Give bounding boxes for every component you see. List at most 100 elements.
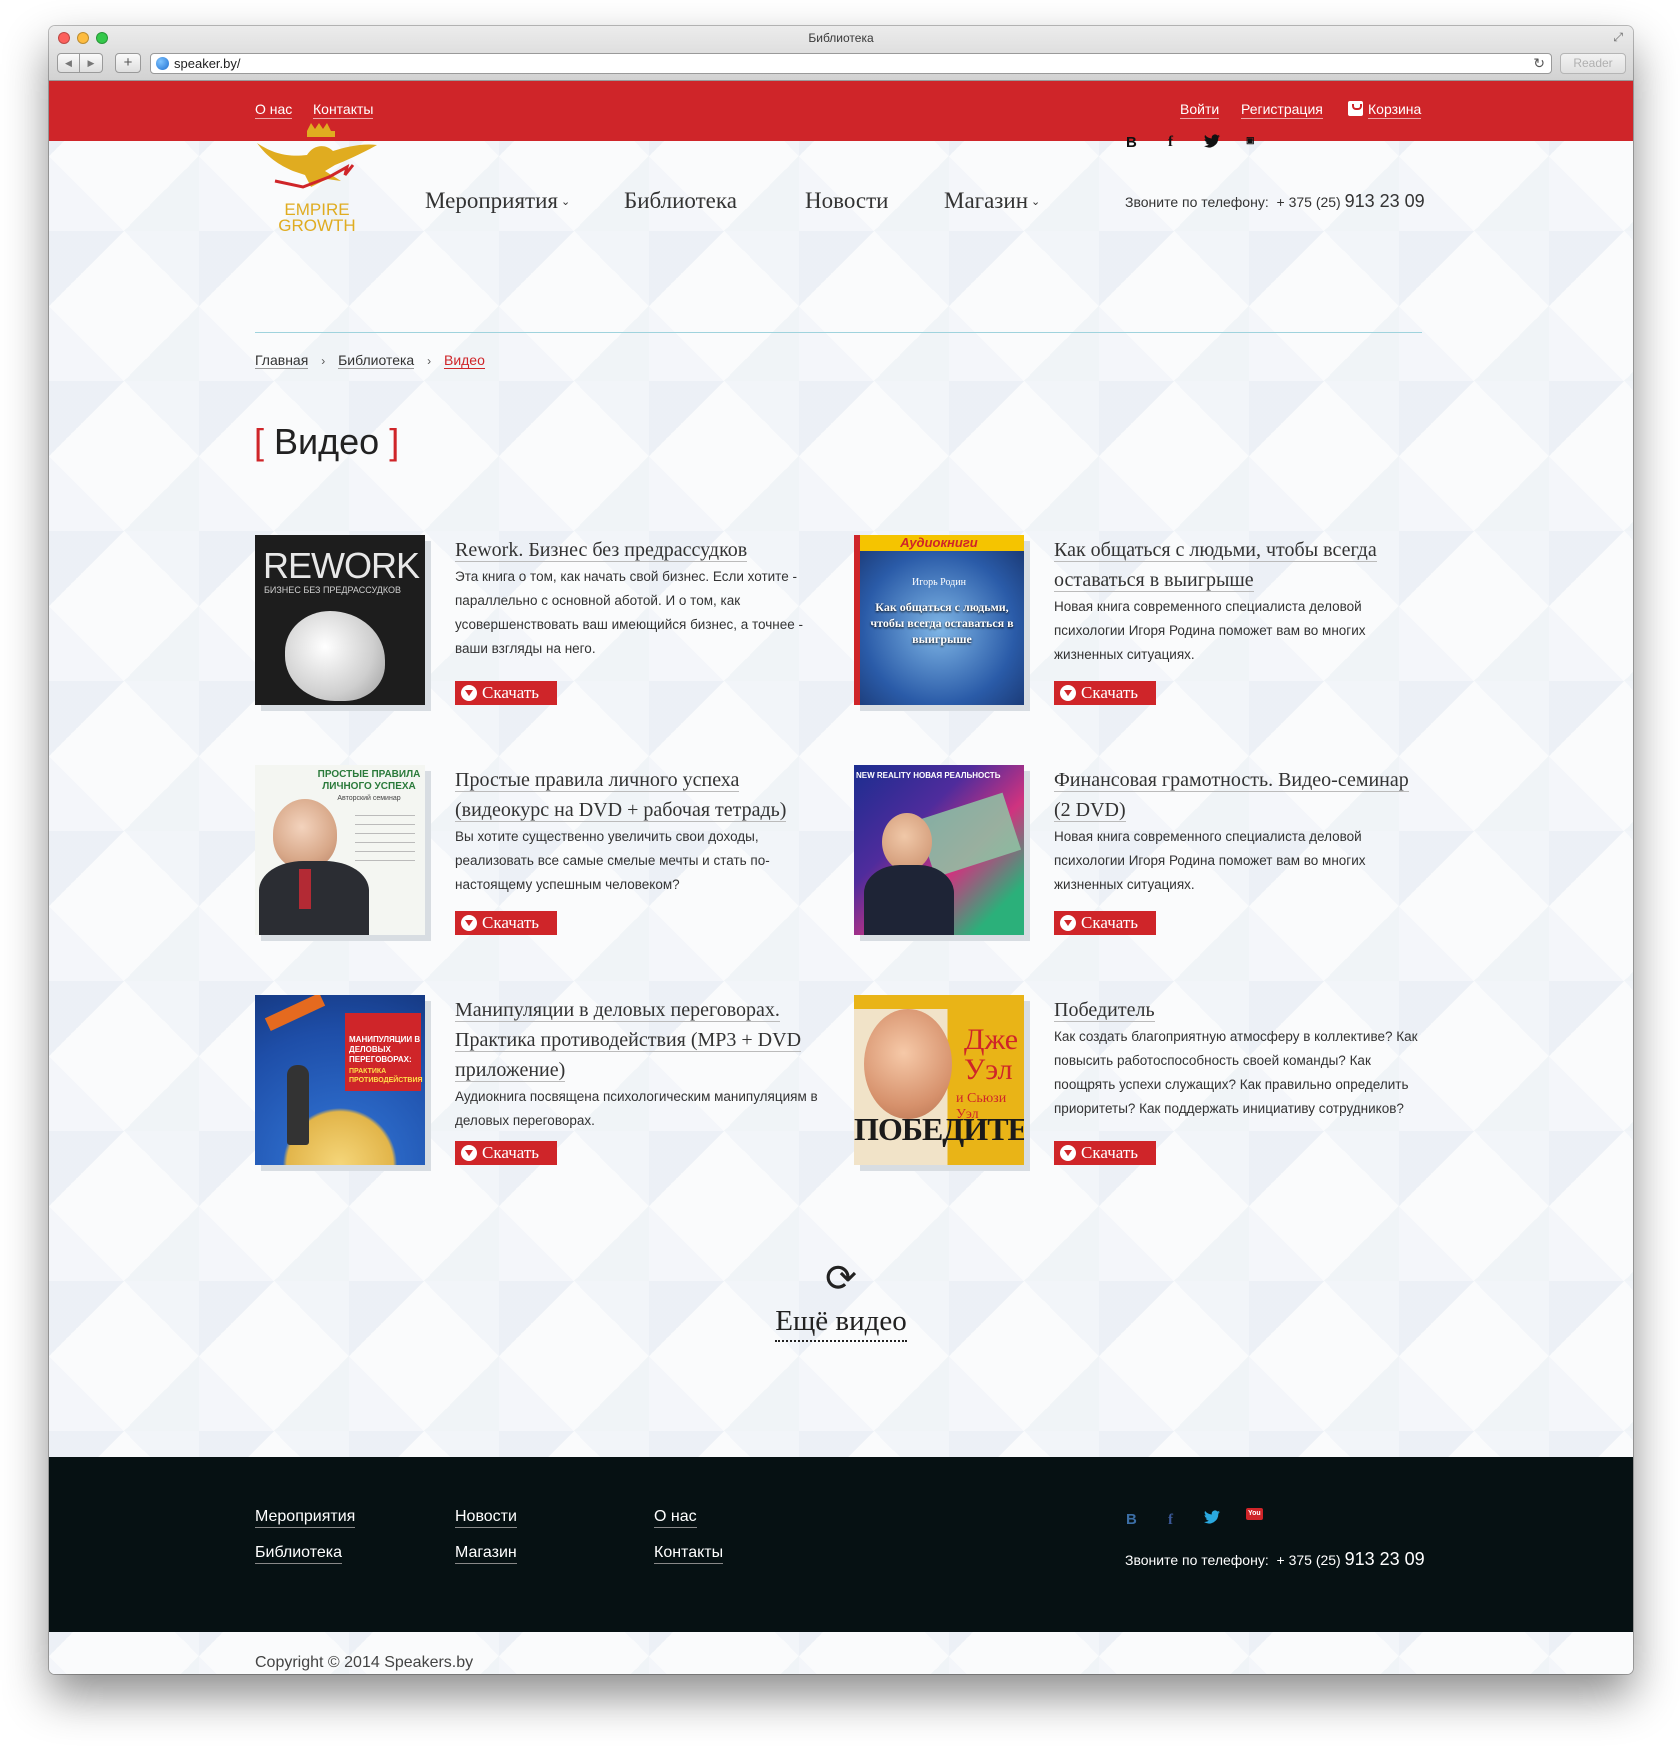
reload-icon[interactable]: ↻	[1533, 54, 1545, 73]
download-button[interactable]: Скачать	[1054, 911, 1156, 935]
list-item: NEW REALITY НОВАЯ РЕАЛЬНОСТЬ Финансовая …	[854, 765, 1414, 945]
twitter-icon[interactable]	[1204, 134, 1220, 152]
reader-button[interactable]: Reader	[1560, 53, 1626, 74]
topbar-about-link[interactable]: О нас	[255, 100, 293, 119]
list-item: Аудиокниги Игорь Родин Как общаться с лю…	[854, 535, 1414, 715]
phone-prefix: + 375 (25)	[1276, 1552, 1341, 1568]
facebook-icon[interactable]: f	[1168, 1510, 1173, 1530]
nav-item-news[interactable]: Новости	[805, 188, 888, 214]
load-more-label[interactable]: Ещё видео	[775, 1305, 907, 1342]
footer-phone: Звоните по телефону: + 375 (25) 913 23 0…	[1125, 1549, 1425, 1570]
phone-prefix: + 375 (25)	[1276, 194, 1341, 210]
breadcrumb-library[interactable]: Библиотека	[338, 352, 415, 369]
forward-button[interactable]: ▶	[80, 53, 103, 73]
cart-icon[interactable]	[1348, 101, 1363, 116]
vk-icon[interactable]: В	[1126, 1510, 1137, 1530]
download-button[interactable]: Скачать	[1054, 1141, 1156, 1165]
logo-eagle-icon: EMPIRE GROWTH	[257, 123, 377, 233]
cover-stripe	[854, 535, 860, 705]
copyright: Copyright © 2014 Speakers.by	[255, 1654, 474, 1671]
item-description: Новая книга современного специалиста дел…	[1054, 829, 1366, 892]
cover-financial-literacy[interactable]: NEW REALITY НОВАЯ РЕАЛЬНОСТЬ	[854, 765, 1024, 935]
twitter-icon[interactable]	[1204, 1510, 1220, 1530]
page: О нас Контакты Войти Регистрация Корзина…	[49, 81, 1633, 1674]
youtube-icon[interactable]: ▣	[1246, 135, 1255, 146]
cover-author: Игорь Родин	[912, 577, 966, 588]
cover-badge: Аудиокниги	[854, 535, 1024, 551]
item-description: Вы хотите существенно увеличить свои дох…	[455, 829, 770, 892]
breadcrumb: Главная › Библиотека › Видео	[255, 352, 485, 369]
nav-item-events[interactable]: Мероприятия ⌄	[425, 188, 570, 214]
new-tab-button[interactable]: +	[115, 53, 141, 73]
cover-winner[interactable]: Дже Уэл и Сьюзи Уэл ПОБЕДИТЕЛ	[854, 995, 1024, 1165]
register-link[interactable]: Регистрация	[1241, 100, 1323, 119]
item-title[interactable]: Как общаться с людьми, чтобы всегда оста…	[1054, 535, 1424, 595]
cover-how-to-communicate[interactable]: Аудиокниги Игорь Родин Как общаться с лю…	[854, 535, 1024, 705]
figure-image	[287, 1065, 309, 1145]
facebook-icon[interactable]: f	[1168, 134, 1173, 151]
item-title[interactable]: Победитель	[1054, 995, 1424, 1025]
cover-success-rules[interactable]: ПРОСТЫЕ ПРАВИЛА ЛИЧНОГО УСПЕХА Авторский…	[255, 765, 425, 935]
footer-link-contacts[interactable]: Контакты	[654, 1543, 724, 1564]
load-more[interactable]: ⟳ Ещё видео	[49, 1259, 1633, 1342]
topbar-contacts-link[interactable]: Контакты	[313, 100, 374, 119]
login-link[interactable]: Войти	[1180, 100, 1220, 119]
nav-item-shop[interactable]: Магазин ⌄	[944, 188, 1040, 214]
nav-item-label: Магазин	[944, 188, 1029, 213]
list-item: ПРОСТЫЕ ПРАВИЛА ЛИЧНОГО УСПЕХА Авторский…	[255, 765, 815, 945]
list-item: REWORK БИЗНЕС БЕЗ ПРЕДРАССУДКОВ Rework. …	[255, 535, 815, 715]
cover-manipulations[interactable]: МАНИПУЛЯЦИИ В ДЕЛОВЫХ ПЕРЕГОВОРАХ: ПРАКТ…	[255, 995, 425, 1165]
download-icon	[461, 915, 477, 931]
banknote-image	[916, 792, 1022, 878]
vk-icon[interactable]: В	[1126, 134, 1137, 151]
phone-label: Звоните по телефону:	[1125, 194, 1269, 210]
cover-subtitle: ПРАКТИКА ПРОТИВОДЕЙСТВИЯ	[349, 1068, 423, 1084]
globe-icon	[156, 57, 169, 70]
youtube-icon[interactable]: You	[1246, 1508, 1263, 1520]
breadcrumb-home[interactable]: Главная	[255, 352, 309, 369]
phone-number[interactable]: 913 23 09	[1345, 1549, 1425, 1569]
portrait-face	[882, 813, 932, 871]
breadcrumb-separator: ›	[321, 354, 326, 368]
cover-rework[interactable]: REWORK БИЗНЕС БЕЗ ПРЕДРАССУДКОВ	[255, 535, 425, 705]
footer-link-shop[interactable]: Магазин	[455, 1543, 517, 1564]
title-bracket-close: ]	[389, 421, 400, 462]
pencil-image	[264, 995, 326, 1032]
nav-item-library[interactable]: Библиотека	[624, 188, 737, 214]
logo-line2: GROWTH	[278, 216, 355, 233]
fullscreen-icon[interactable]: ⤢	[1613, 30, 1623, 45]
phone-number[interactable]: 913 23 09	[1345, 191, 1425, 211]
portrait-tie	[299, 869, 311, 909]
logo[interactable]: EMPIRE GROWTH	[255, 121, 379, 233]
footer-link-news[interactable]: Новости	[455, 1507, 517, 1528]
breadcrumb-separator: ›	[427, 354, 432, 368]
portrait-suit	[259, 861, 369, 935]
cover-top-band	[854, 995, 1024, 1009]
download-button[interactable]: Скачать	[455, 911, 557, 935]
footer-link-library[interactable]: Библиотека	[255, 1543, 342, 1564]
portrait-face	[273, 799, 337, 869]
address-bar[interactable]: speaker.by/ ↻	[150, 53, 1552, 74]
download-button[interactable]: Скачать	[455, 1141, 557, 1165]
download-icon	[461, 685, 477, 701]
item-title[interactable]: Манипуляции в деловых переговорах. Практ…	[455, 995, 825, 1085]
window-title: Библиотека	[808, 31, 874, 45]
download-button[interactable]: Скачать	[1054, 681, 1156, 705]
download-icon	[1060, 1145, 1076, 1161]
back-button[interactable]: ◀	[57, 53, 80, 73]
header-phone: Звоните по телефону: + 375 (25) 913 23 0…	[1125, 191, 1425, 212]
cover-title: МАНИПУЛЯЦИИ В ДЕЛОВЫХ ПЕРЕГОВОРАХ:	[349, 1035, 421, 1064]
footer-link-about[interactable]: О нас	[654, 1507, 697, 1528]
cover-text: Как общаться с людьми, чтобы всегда оста…	[870, 600, 1014, 646]
download-button[interactable]: Скачать	[455, 681, 557, 705]
item-title[interactable]: Rework. Бизнес без предрассудков	[455, 535, 825, 565]
list-item: Дже Уэл и Сьюзи Уэл ПОБЕДИТЕЛ Победитель…	[854, 995, 1418, 1175]
cover-title: ПОБЕДИТЕЛ	[854, 1111, 1024, 1147]
cover-lines	[355, 815, 415, 915]
item-title[interactable]: Простые правила личного успеха (видеокур…	[455, 765, 825, 825]
footer-link-events[interactable]: Мероприятия	[255, 1507, 356, 1528]
cover-title: REWORK	[263, 545, 420, 586]
item-title[interactable]: Финансовая грамотность. Видео-семинар (2…	[1054, 765, 1424, 825]
header-divider	[255, 332, 1422, 333]
cart-link[interactable]: Корзина	[1368, 100, 1422, 119]
